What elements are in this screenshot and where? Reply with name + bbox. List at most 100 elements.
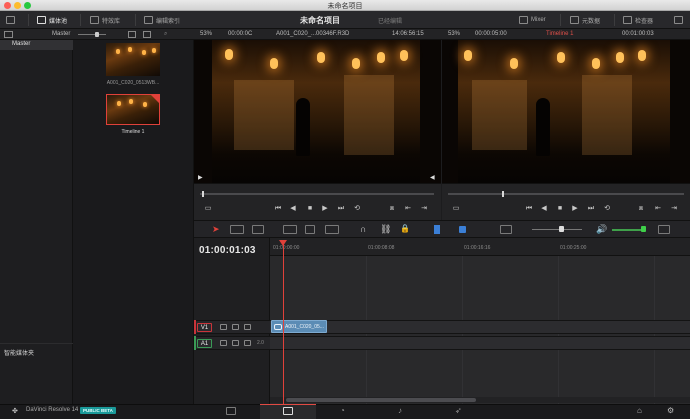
timeline-toolbar: ➤ ∩ ⛓ 🔒 🔊: [194, 220, 690, 238]
stop-icon[interactable]: ■: [556, 205, 564, 213]
edit-index-button[interactable]: 编辑索引: [144, 14, 180, 26]
lock-icon[interactable]: 🔒: [400, 224, 410, 233]
timeline-timecode: 01:00:01:03: [199, 245, 256, 256]
timeline-zoom-handle[interactable]: [559, 226, 564, 232]
reverse-icon[interactable]: ◀: [289, 205, 297, 213]
mixer-button[interactable]: Mixer: [519, 14, 546, 26]
timeline-playhead[interactable]: [283, 242, 284, 404]
thumbnail-slider-handle[interactable]: [95, 32, 99, 37]
effects-library-button[interactable]: 特效库: [90, 14, 120, 26]
jump-start-icon[interactable]: ⏮: [525, 205, 533, 213]
timeline-label: Timeline 1: [121, 129, 145, 135]
home-icon[interactable]: ⌂: [637, 406, 642, 415]
settings-gear-icon[interactable]: ⚙: [667, 406, 674, 415]
mark-in-icon: ▶: [198, 175, 203, 181]
fairlight-page-icon[interactable]: ♪: [398, 406, 402, 415]
timeline-zoom-slider[interactable]: [532, 229, 582, 230]
trim-tool-icon[interactable]: [230, 225, 244, 234]
edit-page-icon[interactable]: [283, 407, 293, 415]
source-scrubber[interactable]: [200, 193, 434, 195]
track-enable-icon[interactable]: [244, 324, 251, 330]
track-solo-icon[interactable]: [244, 340, 251, 346]
media-pool-icon: [37, 16, 46, 24]
clip-label: A001_C020_0513WB...: [106, 80, 160, 86]
source-viewer[interactable]: ▶ ◀: [194, 40, 441, 183]
timeline-scrubber[interactable]: [448, 193, 684, 195]
panel-toggle-icon: [6, 16, 15, 24]
marker-icon[interactable]: [459, 226, 466, 233]
source-playhead[interactable]: [202, 191, 204, 197]
ruler-label: 01:00:16:16: [464, 245, 491, 251]
toolbar-left-toggle[interactable]: [6, 14, 15, 26]
track-lock-icon[interactable]: [232, 324, 239, 330]
list-view-icon[interactable]: [4, 31, 13, 38]
track-color-strip: [194, 336, 196, 350]
jump-end-icon[interactable]: ⏭: [337, 205, 345, 213]
metadata-button[interactable]: 元数据: [570, 14, 600, 26]
play-icon[interactable]: ▶: [321, 205, 329, 213]
grid-view-icon[interactable]: [128, 31, 136, 38]
mark-in-button-icon[interactable]: ⇤: [404, 205, 412, 213]
timeline-hscroll-thumb[interactable]: [286, 398, 476, 402]
mark-out-button-icon[interactable]: ⇥: [670, 205, 678, 213]
audio-track-lane[interactable]: [270, 336, 690, 350]
search-icon[interactable]: ⌕: [164, 31, 167, 38]
selection-tool-icon[interactable]: ➤: [212, 224, 220, 235]
timeline-zoom[interactable]: 53%: [448, 31, 460, 37]
blade-tool-icon[interactable]: [252, 225, 264, 234]
right-panel-toggle[interactable]: [674, 14, 683, 26]
track-mute-icon[interactable]: [220, 340, 227, 346]
zoom-full-icon[interactable]: [500, 225, 512, 234]
timeline-viewer[interactable]: [442, 40, 690, 183]
link-icon[interactable]: ⛓: [380, 224, 391, 235]
project-status: 已经编辑: [378, 19, 403, 25]
volume-slider[interactable]: [612, 229, 642, 231]
thumbnail-size-slider[interactable]: [78, 34, 106, 35]
playhead-handle[interactable]: [279, 240, 287, 246]
jump-start-icon[interactable]: ⏮: [274, 205, 282, 213]
mark-in-button-icon[interactable]: ⇤: [654, 205, 662, 213]
inspector-button[interactable]: 检查器: [623, 14, 653, 26]
track-lock-icon[interactable]: [232, 340, 239, 346]
clip-thumbnail[interactable]: [106, 43, 160, 76]
beta-badge: PUBLIC BETA: [80, 407, 116, 414]
loop-icon[interactable]: ⟲: [353, 205, 361, 213]
safe-area-icon[interactable]: ▭: [204, 205, 212, 213]
source-zoom[interactable]: 53%: [200, 31, 212, 37]
overwrite-clip-icon[interactable]: [305, 225, 315, 234]
media-page-icon[interactable]: [226, 407, 236, 415]
insert-clip-icon[interactable]: [283, 225, 297, 234]
deliver-page-icon[interactable]: ➶: [455, 406, 462, 415]
loop-icon[interactable]: ⟲: [603, 205, 611, 213]
jump-end-icon[interactable]: ⏭: [587, 205, 595, 213]
video-track-lane[interactable]: [270, 320, 690, 334]
track-video-icon[interactable]: [220, 324, 227, 330]
snapping-icon[interactable]: ∩: [360, 224, 366, 234]
volume-handle[interactable]: [641, 226, 646, 232]
track-name-v1: V1: [197, 323, 212, 332]
reverse-icon[interactable]: ◀: [540, 205, 548, 213]
timeline-viewer-playhead[interactable]: [502, 191, 504, 197]
mark-out-button-icon[interactable]: ⇥: [420, 205, 428, 213]
match-frame-icon[interactable]: ⧈: [388, 205, 396, 213]
project-name: 未命名项目: [300, 16, 340, 25]
timeline-name[interactable]: Timeline 1: [546, 31, 573, 37]
speaker-icon[interactable]: 🔊: [596, 224, 607, 235]
list-mode-icon[interactable]: [143, 31, 151, 38]
replace-clip-icon[interactable]: [325, 225, 339, 234]
media-pool-button[interactable]: 媒体池: [37, 14, 67, 26]
toolbar-divider: [28, 14, 29, 26]
timeline-thumbnail[interactable]: [106, 94, 160, 125]
match-frame-icon[interactable]: ⧈: [637, 205, 645, 213]
audio-track-header[interactable]: A1 2.0: [194, 336, 270, 350]
safe-area-icon[interactable]: ▭: [452, 205, 460, 213]
video-track-header[interactable]: V1: [194, 320, 270, 334]
stop-icon[interactable]: ■: [306, 205, 314, 213]
color-page-icon[interactable]: ◔: [340, 406, 345, 415]
audio-meter-icon[interactable]: [658, 225, 670, 234]
track-level: 2.0: [257, 340, 264, 346]
play-icon[interactable]: ▶: [571, 205, 579, 213]
flag-icon[interactable]: [434, 225, 440, 234]
toolbar-divider: [560, 14, 561, 26]
master-bin-row[interactable]: Master: [0, 40, 73, 50]
